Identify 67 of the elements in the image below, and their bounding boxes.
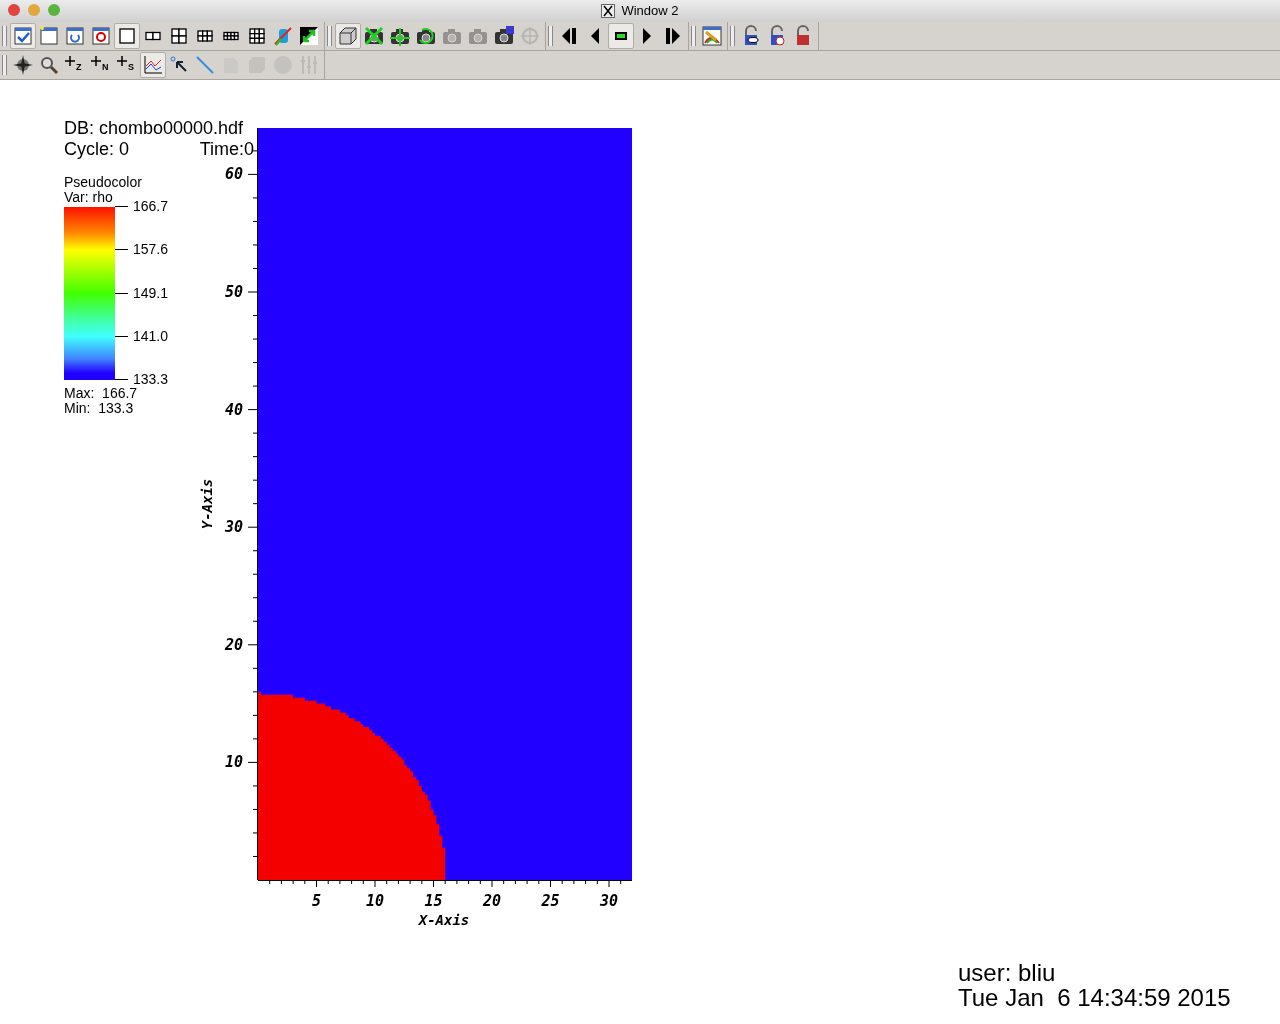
legend-tick-label: 133.3 <box>133 372 169 387</box>
toolbar-button[interactable] <box>608 23 634 49</box>
window-no-icon <box>90 25 112 47</box>
time-label: Time:0 <box>199 139 254 160</box>
toolbar-button[interactable]: N <box>88 52 114 78</box>
play-icon <box>643 28 651 44</box>
toolbar-button[interactable]: Z <box>62 52 88 78</box>
crosshair-icon <box>519 25 541 47</box>
tick-label: 50 <box>224 283 243 301</box>
window-check-icon <box>12 25 34 47</box>
line-chart-icon <box>142 54 164 76</box>
legend-tick-label: 149.1 <box>133 285 169 301</box>
toolbar-grip[interactable] <box>691 26 696 46</box>
toolbar-grip[interactable] <box>730 26 735 46</box>
tick-label: 25 <box>541 892 560 910</box>
camera-disk-icon <box>493 25 515 47</box>
tick-label: 15 <box>424 892 443 910</box>
cylinder-slash-icon <box>272 25 294 47</box>
layout-grid-icon <box>246 25 268 47</box>
toolbar-grip[interactable] <box>2 26 7 46</box>
legend-tick-label: 157.6 <box>133 242 169 258</box>
layout-grid-icon <box>168 25 190 47</box>
skip-forward-icon <box>666 28 680 44</box>
cube-outline-icon <box>337 25 359 47</box>
toolbar-grip[interactable] <box>327 26 332 46</box>
tick-label: 30 <box>599 892 619 910</box>
step-back-icon <box>591 28 599 44</box>
tick-label: 20 <box>224 635 243 654</box>
camera-icon <box>415 25 437 47</box>
x-window-icon <box>601 4 616 18</box>
invert-icon <box>298 25 320 47</box>
color-window-icon <box>701 25 723 47</box>
toolbar-grip[interactable] <box>548 26 553 46</box>
window-title: Window 2 <box>621 2 679 21</box>
skip-back-icon <box>562 28 576 44</box>
legend-max: Max: 166.7 <box>64 386 139 401</box>
tick-label: 60 <box>224 165 243 184</box>
database-label: DB: chombo00000.hdf <box>64 118 245 139</box>
user-label: user: bliu <box>958 960 1057 985</box>
tick-label: 5 <box>312 892 321 910</box>
axis-title: X-Axis <box>418 912 470 928</box>
tick-label: 40 <box>224 400 243 419</box>
sliders-icon <box>298 54 320 76</box>
legend-tick-label: 141.0 <box>133 328 169 344</box>
legend-title: Pseudocolor <box>64 175 143 190</box>
new-window-icon <box>38 25 60 47</box>
layout-grid-icon <box>116 25 138 47</box>
close-button[interactable] <box>8 4 20 16</box>
tick-label: 30 <box>224 518 243 537</box>
diagonal-line-icon <box>194 54 216 76</box>
cycle-label: Cycle: 0 <box>64 139 130 160</box>
window-copy-icon <box>64 25 86 47</box>
toolbar-button[interactable] <box>335 23 361 49</box>
camera-icon <box>389 25 411 47</box>
search-icon <box>38 54 60 76</box>
toolbar-button[interactable]: S <box>114 52 140 78</box>
toolbar-grip[interactable] <box>2 55 7 75</box>
tick-label: 20 <box>482 892 502 910</box>
tick-label: 10 <box>365 892 385 910</box>
camera-icon <box>363 25 385 47</box>
legend-tick-label: 166.7 <box>133 199 169 214</box>
axis-title: Y-Axis <box>199 478 215 530</box>
toolbar-button[interactable] <box>114 23 140 49</box>
tick-label: 10 <box>224 753 243 772</box>
legend-min: Min: 133.3 <box>64 401 135 416</box>
legend-variable: Var: rho <box>64 190 114 205</box>
date-label: Tue Jan 6 14:34:59 2015 <box>958 985 1231 1010</box>
